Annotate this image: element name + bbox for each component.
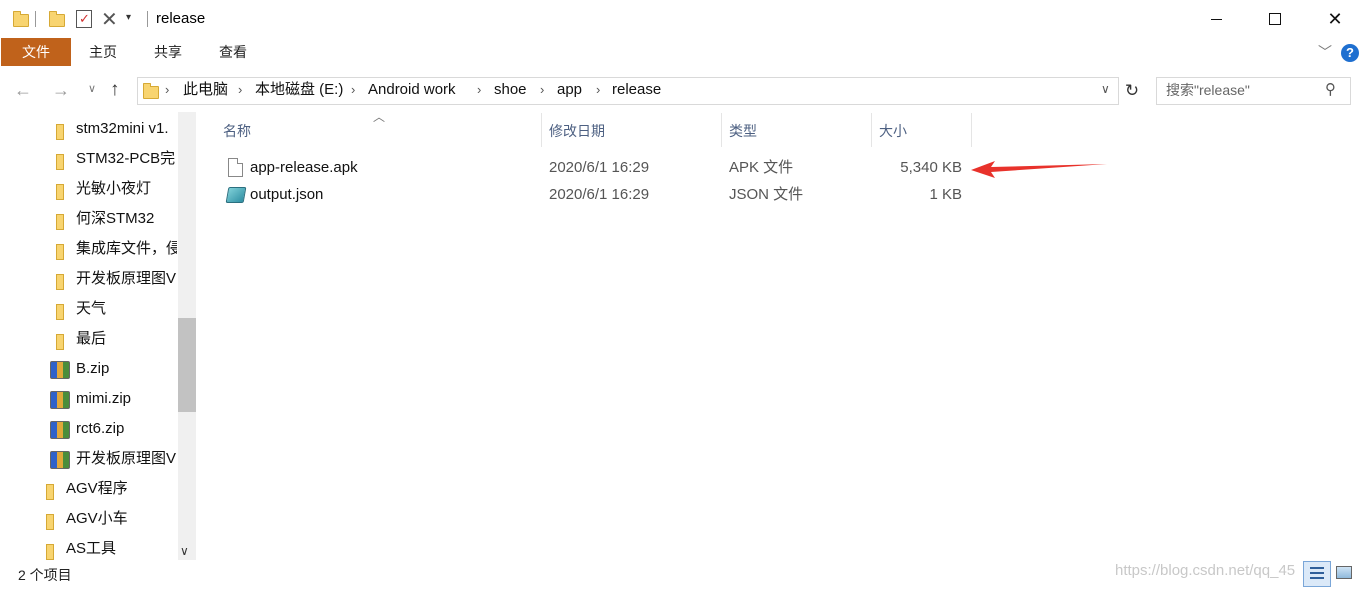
nav-item-label: AGV小车	[66, 510, 128, 527]
file-type: APK 文件	[729, 159, 794, 176]
file-name[interactable]: output.json	[250, 184, 323, 206]
folder-icon	[56, 214, 64, 230]
column-header-type[interactable]: 类型	[729, 120, 757, 142]
minimize-icon	[1210, 18, 1222, 20]
folder-icon	[56, 244, 64, 260]
file-size: 1 KB	[929, 186, 962, 203]
folder-icon	[56, 124, 64, 140]
column-divider[interactable]	[541, 113, 542, 147]
file-date: 2020/6/1 16:29	[549, 186, 650, 203]
file-date: 2020/6/1 16:29	[549, 159, 650, 176]
close-button[interactable]: ✕	[1312, 0, 1358, 38]
nav-item-label: mimi.zip	[76, 390, 131, 407]
column-header-date[interactable]: 修改日期	[549, 120, 605, 142]
folder-icon	[56, 184, 64, 200]
back-arrow-icon[interactable]: ←	[14, 80, 32, 100]
file-name[interactable]: app-release.apk	[250, 157, 358, 179]
tab-file[interactable]: 文件	[1, 38, 71, 66]
nav-scrollbar-thumb[interactable]	[178, 318, 196, 412]
large-icons-view-button[interactable]	[1334, 563, 1354, 581]
tab-view[interactable]: 查看	[212, 38, 254, 66]
folder-icon	[56, 304, 64, 320]
ribbon	[0, 38, 1367, 68]
search-input[interactable]: 搜索"release"	[1166, 80, 1250, 100]
breadcrumb-separator-icon: ›	[477, 82, 482, 97]
breadcrumb-local-disk[interactable]: 本地磁盘 (E:)	[255, 80, 343, 100]
nav-item-label: STM32-PCB完	[76, 150, 176, 167]
folder-icon	[56, 274, 64, 290]
column-divider[interactable]	[721, 113, 722, 147]
column-header-name[interactable]: 名称	[223, 120, 251, 142]
nav-item-label: 天气	[76, 300, 107, 317]
breadcrumb-separator-icon: ›	[165, 82, 170, 97]
recent-locations-chevron-icon[interactable]: ∨	[88, 82, 96, 95]
nav-item-label: rct6.zip	[76, 420, 125, 437]
breadcrumb-separator-icon: ›	[351, 82, 356, 97]
column-header-size[interactable]: 大小	[879, 120, 907, 142]
breadcrumb-release[interactable]: release	[612, 80, 661, 100]
nav-item-label: stm32mini v1.	[76, 120, 169, 137]
breadcrumb-android-work[interactable]: Android work	[368, 80, 456, 100]
breadcrumb-separator-icon: ›	[596, 82, 601, 97]
address-dropdown-chevron-icon[interactable]: ∨	[1101, 82, 1110, 96]
nav-item-label: AGV程序	[66, 480, 128, 497]
breadcrumb-this-pc[interactable]: 此电脑	[183, 80, 228, 100]
maximize-icon	[1269, 13, 1281, 25]
breadcrumb-separator-icon: ›	[540, 82, 545, 97]
tab-share[interactable]: 共享	[147, 38, 189, 66]
watermark: https://blog.csdn.net/qq_45	[1115, 562, 1296, 579]
properties-icon[interactable]: ✓	[76, 10, 92, 28]
scroll-down-chevron-icon[interactable]: ∨	[180, 544, 189, 558]
search-icon[interactable]: ⚲	[1325, 80, 1336, 100]
divider	[35, 11, 36, 27]
nav-item-label: 开发板原理图V	[76, 270, 177, 287]
up-arrow-icon[interactable]: ↑	[110, 78, 120, 102]
refresh-icon[interactable]: ↻	[1118, 77, 1145, 105]
nav-item-label: 最后	[76, 330, 107, 347]
breadcrumb-app[interactable]: app	[557, 80, 582, 100]
status-item-count: 2 个项目	[18, 567, 72, 583]
large-icons-view-icon	[1336, 566, 1352, 579]
breadcrumb-shoe[interactable]: shoe	[494, 80, 527, 100]
nav-item-label: B.zip	[76, 360, 110, 377]
breadcrumb-separator-icon: ›	[238, 82, 243, 97]
folder-icon	[46, 514, 54, 530]
minimize-button[interactable]	[1193, 0, 1239, 38]
file-type: JSON 文件	[729, 186, 804, 203]
window-title: release	[156, 10, 206, 27]
tab-home[interactable]: 主页	[82, 38, 124, 66]
help-icon[interactable]: ?	[1341, 44, 1359, 62]
annotation-arrow-icon	[971, 161, 1107, 178]
folder-icon	[46, 544, 54, 560]
nav-item-label: 开发板原理图V	[76, 450, 177, 467]
details-view-button[interactable]	[1303, 561, 1331, 587]
close-icon: ✕	[1327, 8, 1343, 29]
nav-item-label: AS工具	[66, 540, 117, 557]
details-view-icon	[1310, 567, 1324, 569]
nav-item-label: 集成库文件，侵	[76, 240, 177, 257]
divider	[147, 11, 148, 27]
customize-toolbar-chevron-icon[interactable]: ▾	[126, 12, 131, 23]
maximize-button[interactable]	[1252, 0, 1298, 38]
expand-ribbon-chevron-icon[interactable]: ﹀	[1318, 42, 1332, 62]
folder-icon	[56, 334, 64, 350]
folder-icon	[46, 484, 54, 500]
nav-item-label: 光敏小夜灯	[76, 180, 152, 197]
sort-ascending-chevron-icon: ︿	[373, 110, 386, 124]
column-divider[interactable]	[871, 113, 872, 147]
column-divider[interactable]	[971, 113, 972, 147]
folder-icon	[56, 154, 64, 170]
file-size: 5,340 KB	[900, 159, 962, 176]
forward-arrow-icon[interactable]: →	[52, 80, 70, 100]
nav-item-label: 何深STM32	[76, 210, 155, 227]
delete-icon[interactable]: ✕	[101, 7, 118, 32]
